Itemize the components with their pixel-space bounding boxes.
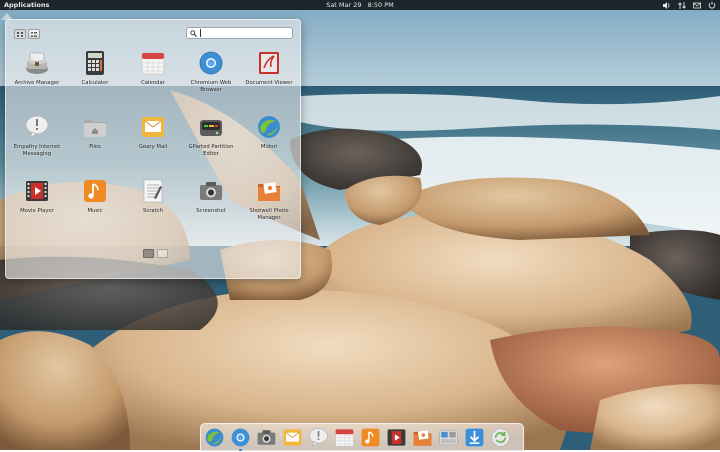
- movie-player-icon[interactable]: [386, 427, 407, 448]
- app-shotwell-photo-manager[interactable]: Shotwell Photo Manager: [241, 172, 297, 221]
- app-label: Geary Mail: [138, 144, 168, 150]
- app-label: Calculator: [81, 80, 109, 86]
- files-icon: [82, 114, 108, 140]
- geary-mail-icon[interactable]: [282, 427, 303, 448]
- archive-icon: [24, 50, 50, 76]
- app-screenshot[interactable]: Screenshot: [183, 172, 239, 215]
- app-label: Calendar: [141, 80, 165, 86]
- clock-indicator[interactable]: Sat Mar 29 8:50 PM: [0, 1, 720, 9]
- app-music[interactable]: Music: [67, 172, 123, 215]
- geary-mail-icon: [140, 114, 166, 140]
- empathy-icon: [24, 114, 50, 140]
- date-label: Sat Mar 29: [326, 1, 362, 9]
- app-label: Screenshot: [196, 208, 226, 214]
- power-icon[interactable]: [708, 1, 716, 9]
- gparted-icon: [198, 114, 224, 140]
- app-document-viewer[interactable]: Document Viewer: [241, 44, 297, 87]
- text-cursor: [200, 29, 201, 37]
- grid-view-icon[interactable]: [14, 29, 26, 39]
- midori-icon: [256, 114, 282, 140]
- app-geary-mail[interactable]: Geary Mail: [125, 108, 181, 151]
- midori-icon[interactable]: [204, 427, 225, 448]
- calendar-icon: [140, 50, 166, 76]
- app-gparted-partition-editor[interactable]: GParted Partition Editor: [183, 108, 239, 157]
- app-scratch[interactable]: Scratch: [125, 172, 181, 215]
- volume-icon[interactable]: [663, 1, 671, 9]
- calendar-icon[interactable]: [334, 427, 355, 448]
- time-label: 8:50 PM: [367, 1, 394, 9]
- chromium-icon: [198, 50, 224, 76]
- chromium-icon[interactable]: [230, 427, 251, 451]
- running-indicator: [239, 449, 242, 451]
- app-label: Archive Manager: [14, 80, 60, 86]
- mail-icon[interactable]: [693, 2, 701, 9]
- app-empathy-internet-messaging[interactable]: Empathy Internet Messaging: [9, 108, 65, 157]
- app-archive-manager[interactable]: Archive Manager: [9, 44, 65, 87]
- page-indicator: [143, 249, 168, 258]
- app-midori[interactable]: Midori: [241, 108, 297, 151]
- app-chromium-web-browser[interactable]: Chromium Web Browser: [183, 44, 239, 93]
- music-icon: [82, 178, 108, 204]
- app-label: Files: [89, 144, 101, 150]
- app-movie-player[interactable]: Movie Player: [9, 172, 65, 215]
- top-panel: Applications Sat Mar 29 8:50 PM: [0, 0, 720, 10]
- document-viewer-icon: [256, 50, 282, 76]
- app-label: Movie Player: [20, 208, 54, 214]
- app-label: Shotwell Photo Manager: [249, 208, 289, 221]
- shotwell-icon[interactable]: [412, 427, 433, 448]
- app-label: Chromium Web Browser: [190, 80, 232, 93]
- app-label: Empathy Internet Messaging: [13, 144, 61, 157]
- scratch-icon: [140, 178, 166, 204]
- app-label: Music: [87, 208, 103, 214]
- app-calculator[interactable]: Calculator: [67, 44, 123, 87]
- dock: [200, 423, 524, 451]
- update-manager-icon[interactable]: [490, 427, 511, 448]
- app-label: Document Viewer: [245, 80, 293, 86]
- view-mode-switcher: [14, 29, 40, 39]
- network-icon[interactable]: [678, 1, 686, 9]
- app-label: GParted Partition Editor: [188, 144, 234, 157]
- app-label: Scratch: [142, 208, 164, 214]
- calculator-icon: [82, 50, 108, 76]
- app-label: Midori: [260, 144, 278, 150]
- indicator-area: [663, 0, 716, 10]
- page-1-button[interactable]: [143, 249, 154, 258]
- category-view-icon[interactable]: [28, 29, 40, 39]
- page-2-button[interactable]: [157, 249, 168, 258]
- applications-launcher: Archive Manager Calculator Calendar Chro…: [1, 13, 301, 279]
- music-icon[interactable]: [360, 427, 381, 448]
- system-settings-icon[interactable]: [438, 427, 459, 448]
- search-input[interactable]: [186, 27, 293, 39]
- empathy-icon[interactable]: [308, 427, 329, 448]
- screenshot-icon[interactable]: [256, 427, 277, 448]
- shotwell-icon: [256, 178, 282, 204]
- screenshot-icon: [198, 178, 224, 204]
- software-updates-icon[interactable]: [464, 427, 485, 448]
- app-files[interactable]: Files: [67, 108, 123, 151]
- app-calendar[interactable]: Calendar: [125, 44, 181, 87]
- movie-player-icon: [24, 178, 50, 204]
